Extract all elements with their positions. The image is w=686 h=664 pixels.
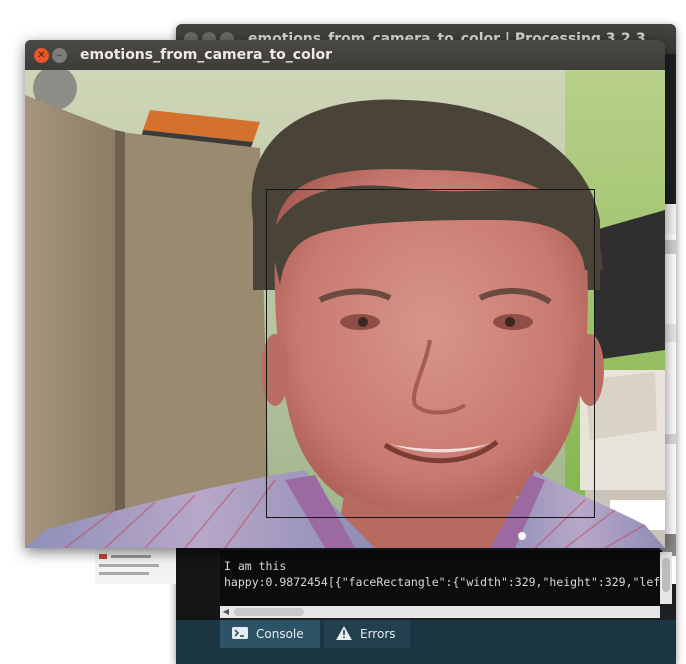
console-line: happy:0.9872454[{"faceRectangle":{"width… <box>224 575 662 589</box>
console-horizontal-scrollbar[interactable]: ◀ <box>220 606 660 618</box>
console-icon <box>232 626 248 642</box>
console-line: I am this <box>224 559 287 573</box>
console-output: I am this happy:0.9872454[{"faceRectangl… <box>220 550 662 606</box>
tab-errors-label: Errors <box>360 627 396 641</box>
tab-console-label: Console <box>256 627 304 641</box>
scroll-left-icon[interactable]: ◀ <box>220 606 232 618</box>
camera-feed <box>25 70 665 548</box>
close-button[interactable]: ✕ <box>34 48 49 63</box>
scrollbar-thumb[interactable] <box>662 558 670 592</box>
background-window-peek <box>95 548 176 584</box>
sketch-titlebar[interactable]: ✕ – emotions_from_camera_to_color <box>25 40 665 70</box>
console-vertical-scrollbar[interactable] <box>660 552 672 604</box>
ide-left-gutter <box>176 544 220 626</box>
sketch-window-title: emotions_from_camera_to_color <box>80 47 333 63</box>
tab-errors[interactable]: Errors <box>324 620 410 648</box>
tab-console[interactable]: Console <box>220 620 320 648</box>
minimize-button[interactable]: – <box>52 48 67 63</box>
warning-icon <box>336 625 352 643</box>
scrollbar-thumb[interactable] <box>234 608 304 616</box>
sketch-window: ✕ – emotions_from_camera_to_color <box>25 40 665 548</box>
console-tab-bar: Console Errors <box>176 620 676 664</box>
face-rectangle <box>266 189 595 518</box>
